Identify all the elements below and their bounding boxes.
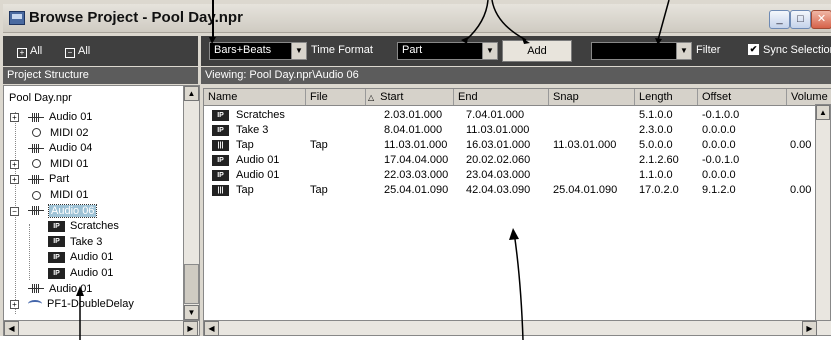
callout-arrowhead bbox=[461, 37, 468, 44]
callout-arrows-svg bbox=[76, 0, 670, 340]
callout-arrow bbox=[465, 0, 489, 41]
callout-arrowhead bbox=[76, 286, 84, 296]
callout-arrow bbox=[657, 0, 670, 41]
callout-arrow bbox=[513, 231, 524, 340]
callout-arrow bbox=[491, 0, 527, 41]
callout-arrowhead bbox=[655, 38, 662, 45]
callout-arrowhead bbox=[522, 38, 530, 44]
callout-arrowhead bbox=[509, 228, 519, 240]
callout-arrowhead bbox=[209, 37, 216, 44]
